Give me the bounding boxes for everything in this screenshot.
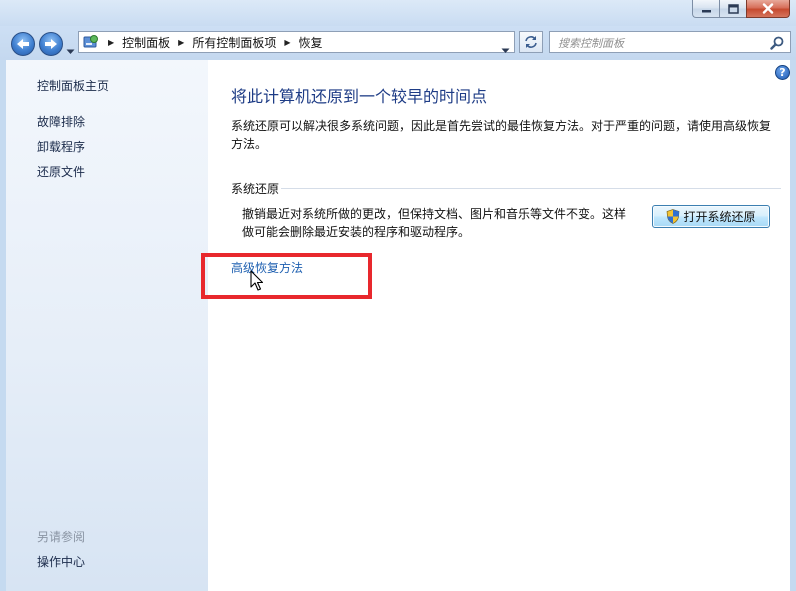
navigation-bar: ▶ 控制面板 ▶ 所有控制面板项 ▶ 恢复 xyxy=(0,26,796,60)
breadcrumb-separator-icon[interactable]: ▶ xyxy=(284,38,290,47)
minimize-button[interactable] xyxy=(692,0,719,18)
back-button[interactable] xyxy=(11,32,35,56)
uac-shield-icon xyxy=(666,209,680,224)
open-system-restore-button[interactable]: 打开系统还原 xyxy=(652,205,770,228)
system-restore-description: 撤销最近对系统所做的更改，但保持文档、图片和音乐等文件不变。这样做可能会删除最近… xyxy=(242,207,627,239)
section-divider xyxy=(281,188,781,189)
sidebar-item-control-panel-home[interactable]: 控制面板主页 xyxy=(37,77,109,94)
close-button[interactable] xyxy=(746,0,790,18)
sidebar-item-restore-files[interactable]: 还原文件 xyxy=(37,163,85,180)
back-arrow-icon xyxy=(17,39,29,49)
close-icon xyxy=(762,3,774,14)
window-frame-edge xyxy=(790,60,796,591)
chevron-down-icon xyxy=(66,49,75,54)
breadcrumb-all-items[interactable]: 所有控制面板项 xyxy=(192,34,276,51)
main-content: ? 将此计算机还原到一个较早的时间点 系统还原可以解决很多系统问题，因此是首先尝… xyxy=(208,60,790,591)
control-panel-icon xyxy=(82,33,100,51)
window-controls xyxy=(692,0,790,18)
breadcrumb-separator-icon[interactable]: ▶ xyxy=(108,38,114,47)
breadcrumb-control-panel[interactable]: 控制面板 xyxy=(122,34,170,51)
mouse-pointer-icon xyxy=(250,270,264,296)
refresh-icon xyxy=(525,36,537,48)
refresh-button[interactable] xyxy=(519,31,543,53)
forward-button[interactable] xyxy=(39,32,63,56)
sidebar-item-action-center[interactable]: 操作中心 xyxy=(37,553,85,570)
section-title-system-restore: 系统还原 xyxy=(231,182,280,196)
page-title: 将此计算机还原到一个较早的时间点 xyxy=(231,87,488,106)
help-icon[interactable]: ? xyxy=(775,65,790,80)
search-input[interactable] xyxy=(558,34,763,53)
forward-arrow-icon xyxy=(45,39,57,49)
sidebar: 控制面板主页 故障排除 卸载程序 还原文件 另请参阅 操作中心 xyxy=(6,60,208,591)
highlight-annotation-box xyxy=(201,253,372,299)
page-description: 系统还原可以解决很多系统问题，因此是首先尝试的最佳恢复方法。对于严重的问题，请使… xyxy=(231,119,772,151)
minimize-icon xyxy=(701,9,711,12)
sidebar-item-uninstall-program[interactable]: 卸载程序 xyxy=(37,138,85,155)
breadcrumb-recovery[interactable]: 恢复 xyxy=(299,34,323,51)
title-bar xyxy=(0,0,796,26)
recent-pages-dropdown[interactable] xyxy=(66,40,75,59)
maximize-icon xyxy=(727,3,739,14)
address-bar[interactable]: ▶ 控制面板 ▶ 所有控制面板项 ▶ 恢复 xyxy=(78,31,515,53)
open-system-restore-label: 打开系统还原 xyxy=(683,210,756,224)
breadcrumb-separator-icon[interactable]: ▶ xyxy=(178,38,184,47)
search-box[interactable] xyxy=(549,31,791,53)
address-history-dropdown[interactable] xyxy=(501,39,510,58)
search-icon[interactable] xyxy=(770,35,784,54)
see-also-heading: 另请参阅 xyxy=(37,530,86,544)
sidebar-item-troubleshooting[interactable]: 故障排除 xyxy=(37,113,85,130)
chevron-down-icon xyxy=(501,48,510,53)
maximize-button[interactable] xyxy=(719,0,746,18)
